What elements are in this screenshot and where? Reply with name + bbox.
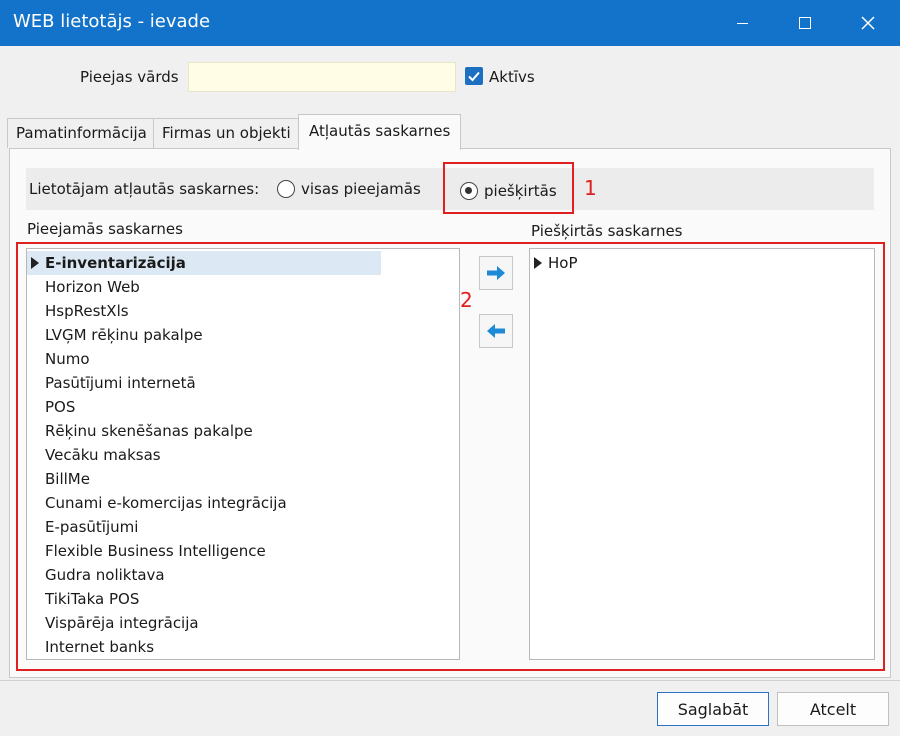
title-bar: WEB lietotājs - ievade <box>0 0 900 46</box>
available-list-title: Pieejamās saskarnes <box>27 220 183 238</box>
permission-question-label: Lietotājam atļautās saskarnes: <box>29 180 260 198</box>
login-input[interactable] <box>188 62 456 92</box>
maximize-button[interactable] <box>775 0 835 46</box>
minimize-button[interactable] <box>712 0 772 46</box>
checkmark-icon <box>468 71 480 82</box>
maximize-icon <box>799 17 811 29</box>
annotation-number-1: 1 <box>584 176 597 200</box>
annotation-box-1 <box>443 162 574 214</box>
radio-all-available-label[interactable]: visas pieejamās <box>301 180 421 198</box>
close-icon <box>861 16 875 30</box>
annotation-number-2: 2 <box>460 288 473 312</box>
tab-firms-objects[interactable]: Firmas un objekti <box>153 118 299 148</box>
close-button[interactable] <box>838 0 898 46</box>
cancel-button[interactable]: Atcelt <box>777 692 889 726</box>
tab-basic-info[interactable]: Pamatinformācija <box>7 118 154 148</box>
tab-allowed-interfaces[interactable]: Atļautās saskarnes <box>298 114 461 150</box>
window-title: WEB lietotājs - ievade <box>13 11 211 32</box>
annotation-box-2 <box>16 242 885 671</box>
minimize-icon <box>736 22 748 24</box>
radio-all-available[interactable] <box>277 180 295 198</box>
save-button[interactable]: Saglabāt <box>657 692 769 726</box>
assigned-list-title: Piešķirtās saskarnes <box>531 222 683 240</box>
active-checkbox[interactable] <box>465 67 483 85</box>
active-label: Aktīvs <box>489 68 535 86</box>
login-label: Pieejas vārds <box>80 68 179 86</box>
